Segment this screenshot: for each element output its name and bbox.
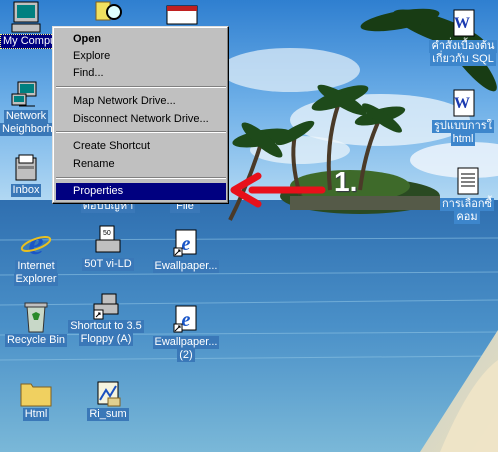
svg-text:50: 50 [103,230,111,237]
desktop-icon-label: รูปแบบการใ [431,120,495,133]
desktop[interactable]: My Computer Network Neighborhood Inbox e… [0,0,498,452]
menu-item-explore[interactable]: Explore [56,48,226,65]
desktop-icon-recycle-bin[interactable]: Recycle Bin [0,300,72,347]
svg-text:e: e [28,225,43,260]
printer-document-icon: 50 [95,225,121,253]
svg-text:e: e [182,233,191,255]
ie-shortcut-icon: e [173,229,197,257]
desktop-icon-label: คอม [454,211,480,224]
svg-text:W: W [454,15,470,32]
menu-item-map-network-drive[interactable]: Map Network Drive... [56,93,226,110]
desktop-icon-ewallpaper-2[interactable]: e Ewallpaper... (2) [150,304,222,362]
menu-item-find[interactable]: Find... [56,65,226,82]
desktop-icon-vi-ld[interactable]: 50 50T vi-LD [76,224,140,271]
desktop-icon-html-folder[interactable]: Html [0,378,72,421]
ie-shortcut-icon: e [173,305,197,333]
menu-separator [56,86,226,88]
desktop-icon-label: Ewallpaper... [152,260,220,273]
desktop-icon-find[interactable] [88,0,128,26]
floppy-drive-icon [93,293,119,320]
desktop-icon-label: Internet [15,260,57,273]
desktop-icon-label: Ri_sum [87,408,129,421]
menu-item-rename[interactable]: Rename [56,156,226,173]
desktop-icon-shortcut-floppy[interactable]: Shortcut to 3.5 Floppy (A) [66,292,146,346]
desktop-icon-ri-sum[interactable]: Ri_sum [76,378,140,421]
text-document-icon [457,167,479,195]
desktop-icon-label: การเลือกซื้ [440,198,494,211]
menu-item-open[interactable]: Open [56,31,226,48]
desktop-icon-ewallpaper-1[interactable]: e Ewallpaper... [150,228,222,273]
desktop-icon-label: คำสั่งเบื้องต้น [429,40,497,53]
chart-document-icon [97,381,121,407]
desktop-icon-label: Network [3,110,49,123]
recycle-bin-icon [24,302,48,333]
word-document-icon: W [453,89,475,117]
svg-text:W: W [454,95,470,112]
red-arrow-annotation [230,172,326,208]
desktop-icon-label: (2) [177,349,195,362]
desktop-icon-my-computer[interactable]: My Computer [0,0,73,49]
desktop-icon-label: Recycle Bin [4,334,68,347]
menu-item-properties[interactable]: Properties [56,183,226,200]
step-number-label: 1. [334,166,358,197]
desktop-icon-label: Floppy (A) [78,333,134,346]
desktop-icon-network-neighborhood[interactable]: Network Neighborhood [0,80,74,136]
desktop-icon-label: Ewallpaper... [152,336,220,349]
word-document-icon: W [453,9,475,37]
desktop-icon-label: Html [22,408,50,421]
desktop-icon-word-sql[interactable]: W คำสั่งเบื้องต้น เกี่ยวกับ SQL [428,8,498,66]
svg-text:e: e [182,309,191,331]
menu-separator [56,177,226,179]
desktop-icon-app-col3[interactable] [162,4,202,26]
desktop-icon-word-html[interactable]: W รูปแบบการใ html [428,88,498,146]
network-icon [11,81,37,107]
desktop-icon-label: 50T vi-LD [82,258,134,271]
desktop-icon-internet-explorer[interactable]: e Internet Explorer [0,224,72,286]
menu-separator [56,131,226,133]
desktop-icon-label: Inbox [10,184,42,197]
folder-icon [20,383,52,407]
context-menu: Open Explore Find... Map Network Drive..… [52,26,229,204]
menu-item-disconnect-network-drive[interactable]: Disconnect Network Drive... [56,111,226,128]
desktop-icon-text-computer[interactable]: การเลือกซื้ คอม [436,166,498,224]
magnifier-icon [95,1,122,21]
desktop-icon-label: Shortcut to 3.5 [68,320,144,333]
desktop-icon-label: html [450,133,476,146]
computer-icon [11,1,41,33]
desktop-icon-inbox[interactable]: Inbox [0,152,52,197]
desktop-icon-label: Explorer [13,273,59,286]
menu-item-create-shortcut[interactable]: Create Shortcut [56,138,226,155]
window-app-icon [166,5,198,25]
desktop-icon-label: เกี่ยวกับ SQL [430,53,496,66]
internet-explorer-icon: e [20,225,52,260]
inbox-icon [15,154,37,181]
